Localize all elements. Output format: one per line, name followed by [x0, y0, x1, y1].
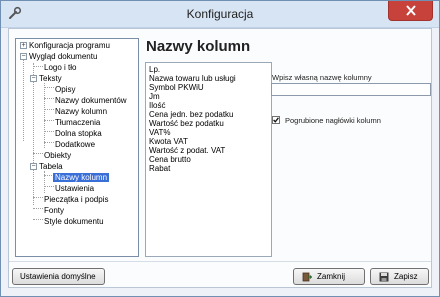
list-item[interactable]: Wartość z podat. VAT: [149, 146, 225, 155]
tree-line: [44, 98, 54, 99]
tree-item-obiekty[interactable]: Obiekty: [44, 151, 71, 160]
tree-line: [33, 219, 43, 220]
tree-item-opisy[interactable]: Opisy: [55, 85, 75, 94]
bold-headers-label: Pogrubione nagłówki kolumn: [285, 116, 381, 125]
collapse-toggle[interactable]: −: [30, 163, 37, 170]
list-item[interactable]: VAT%: [149, 128, 170, 137]
tree-item-nazwy-kolumn-selected[interactable]: Nazwy kolumn: [53, 173, 110, 182]
dialog-body: + − − − Konfiguracja programu Wygląd dok…: [8, 28, 432, 288]
tree-line: [33, 66, 43, 67]
window-title: Konfiguracja: [186, 7, 254, 21]
tree-line: [23, 53, 24, 141]
list-item[interactable]: Kwota VAT: [149, 137, 188, 146]
tree-item-nazwy-kolumn-teksty[interactable]: Nazwy kolumn: [55, 107, 107, 116]
tree-line: [44, 87, 54, 88]
tree-line: [33, 63, 34, 205]
tree-item-tabela[interactable]: Tabela: [39, 162, 63, 171]
list-item[interactable]: Rabat: [149, 164, 170, 173]
divider: [9, 261, 431, 262]
tree-item-pieczatka-i-podpis[interactable]: Pieczątka i podpis: [44, 195, 108, 204]
tree-item-dodatkowe[interactable]: Dodatkowe: [55, 140, 95, 149]
tree-item-konfiguracja-programu[interactable]: Konfiguracja programu: [29, 41, 110, 50]
floppy-disk-icon: [379, 272, 389, 282]
list-item[interactable]: Cena jedn. bez podatku: [149, 110, 234, 119]
tree-item-wyglad-dokumentu[interactable]: Wygląd dokumentu: [29, 52, 97, 61]
restore-defaults-button[interactable]: Ustawienia domyślne: [12, 268, 105, 285]
close-icon: [406, 5, 416, 16]
collapse-toggle[interactable]: −: [30, 75, 37, 82]
button-label: Zapisz: [394, 272, 418, 281]
tree-item-fonty[interactable]: Fonty: [44, 206, 64, 215]
tree-line: [44, 83, 45, 148]
expand-toggle[interactable]: +: [20, 42, 27, 49]
tree-item-ustawienia[interactable]: Ustawienia: [55, 184, 94, 193]
page-title: Nazwy kolumn: [146, 38, 251, 55]
custom-name-label: Wpisz własną nazwę kolumny: [272, 73, 372, 82]
tree-item-teksty[interactable]: Teksty: [39, 74, 62, 83]
list-item[interactable]: Nazwa towaru lub usługi: [149, 74, 236, 83]
tree-item-nazwy-dokumentow[interactable]: Nazwy dokumentów: [55, 96, 127, 105]
list-item[interactable]: Lp.: [149, 65, 160, 74]
button-label: Zamknij: [317, 272, 346, 281]
list-item[interactable]: Symbol PKWiU: [149, 83, 204, 92]
custom-name-input[interactable]: [271, 83, 431, 96]
list-item[interactable]: Ilość: [149, 101, 165, 110]
list-item[interactable]: Wartość bez podatku: [149, 119, 224, 128]
close-button[interactable]: Zamknij: [293, 268, 365, 285]
tree-line: [33, 153, 43, 154]
tree-item-dolna-stopka[interactable]: Dolna stopka: [55, 129, 102, 138]
tree-line: [33, 208, 43, 209]
tree-line: [44, 142, 54, 143]
tree-line: [33, 197, 43, 198]
list-item[interactable]: Jm: [149, 92, 160, 101]
checkmark-icon: [273, 117, 279, 123]
close-window-button[interactable]: [388, 1, 433, 21]
save-button[interactable]: Zapisz: [370, 268, 429, 285]
tree-line: [44, 131, 54, 132]
configuration-window: Konfiguracja + − − − Konfiguracja progra…: [0, 0, 440, 297]
collapse-toggle[interactable]: −: [20, 53, 27, 60]
tree-line: [44, 120, 54, 121]
tree-item-logo-i-tlo[interactable]: Logo i tło: [44, 63, 76, 72]
tree-item-tlumaczenia[interactable]: Tłumaczenia: [55, 118, 100, 127]
tree-line: [44, 186, 54, 187]
bold-headers-checkbox[interactable]: [272, 116, 280, 124]
list-item[interactable]: Cena brutto: [149, 155, 191, 164]
column-names-list[interactable]: Lp. Nazwa towaru lub usługi Symbol PKWiU…: [145, 62, 272, 257]
exit-door-icon: [302, 272, 312, 282]
tree-item-style-dokumentu[interactable]: Style dokumentu: [44, 217, 104, 226]
settings-tree[interactable]: + − − − Konfiguracja programu Wygląd dok…: [15, 38, 139, 257]
tree-line: [44, 109, 54, 110]
button-label: Ustawienia domyślne: [20, 272, 96, 281]
title-bar[interactable]: Konfiguracja: [1, 1, 439, 28]
